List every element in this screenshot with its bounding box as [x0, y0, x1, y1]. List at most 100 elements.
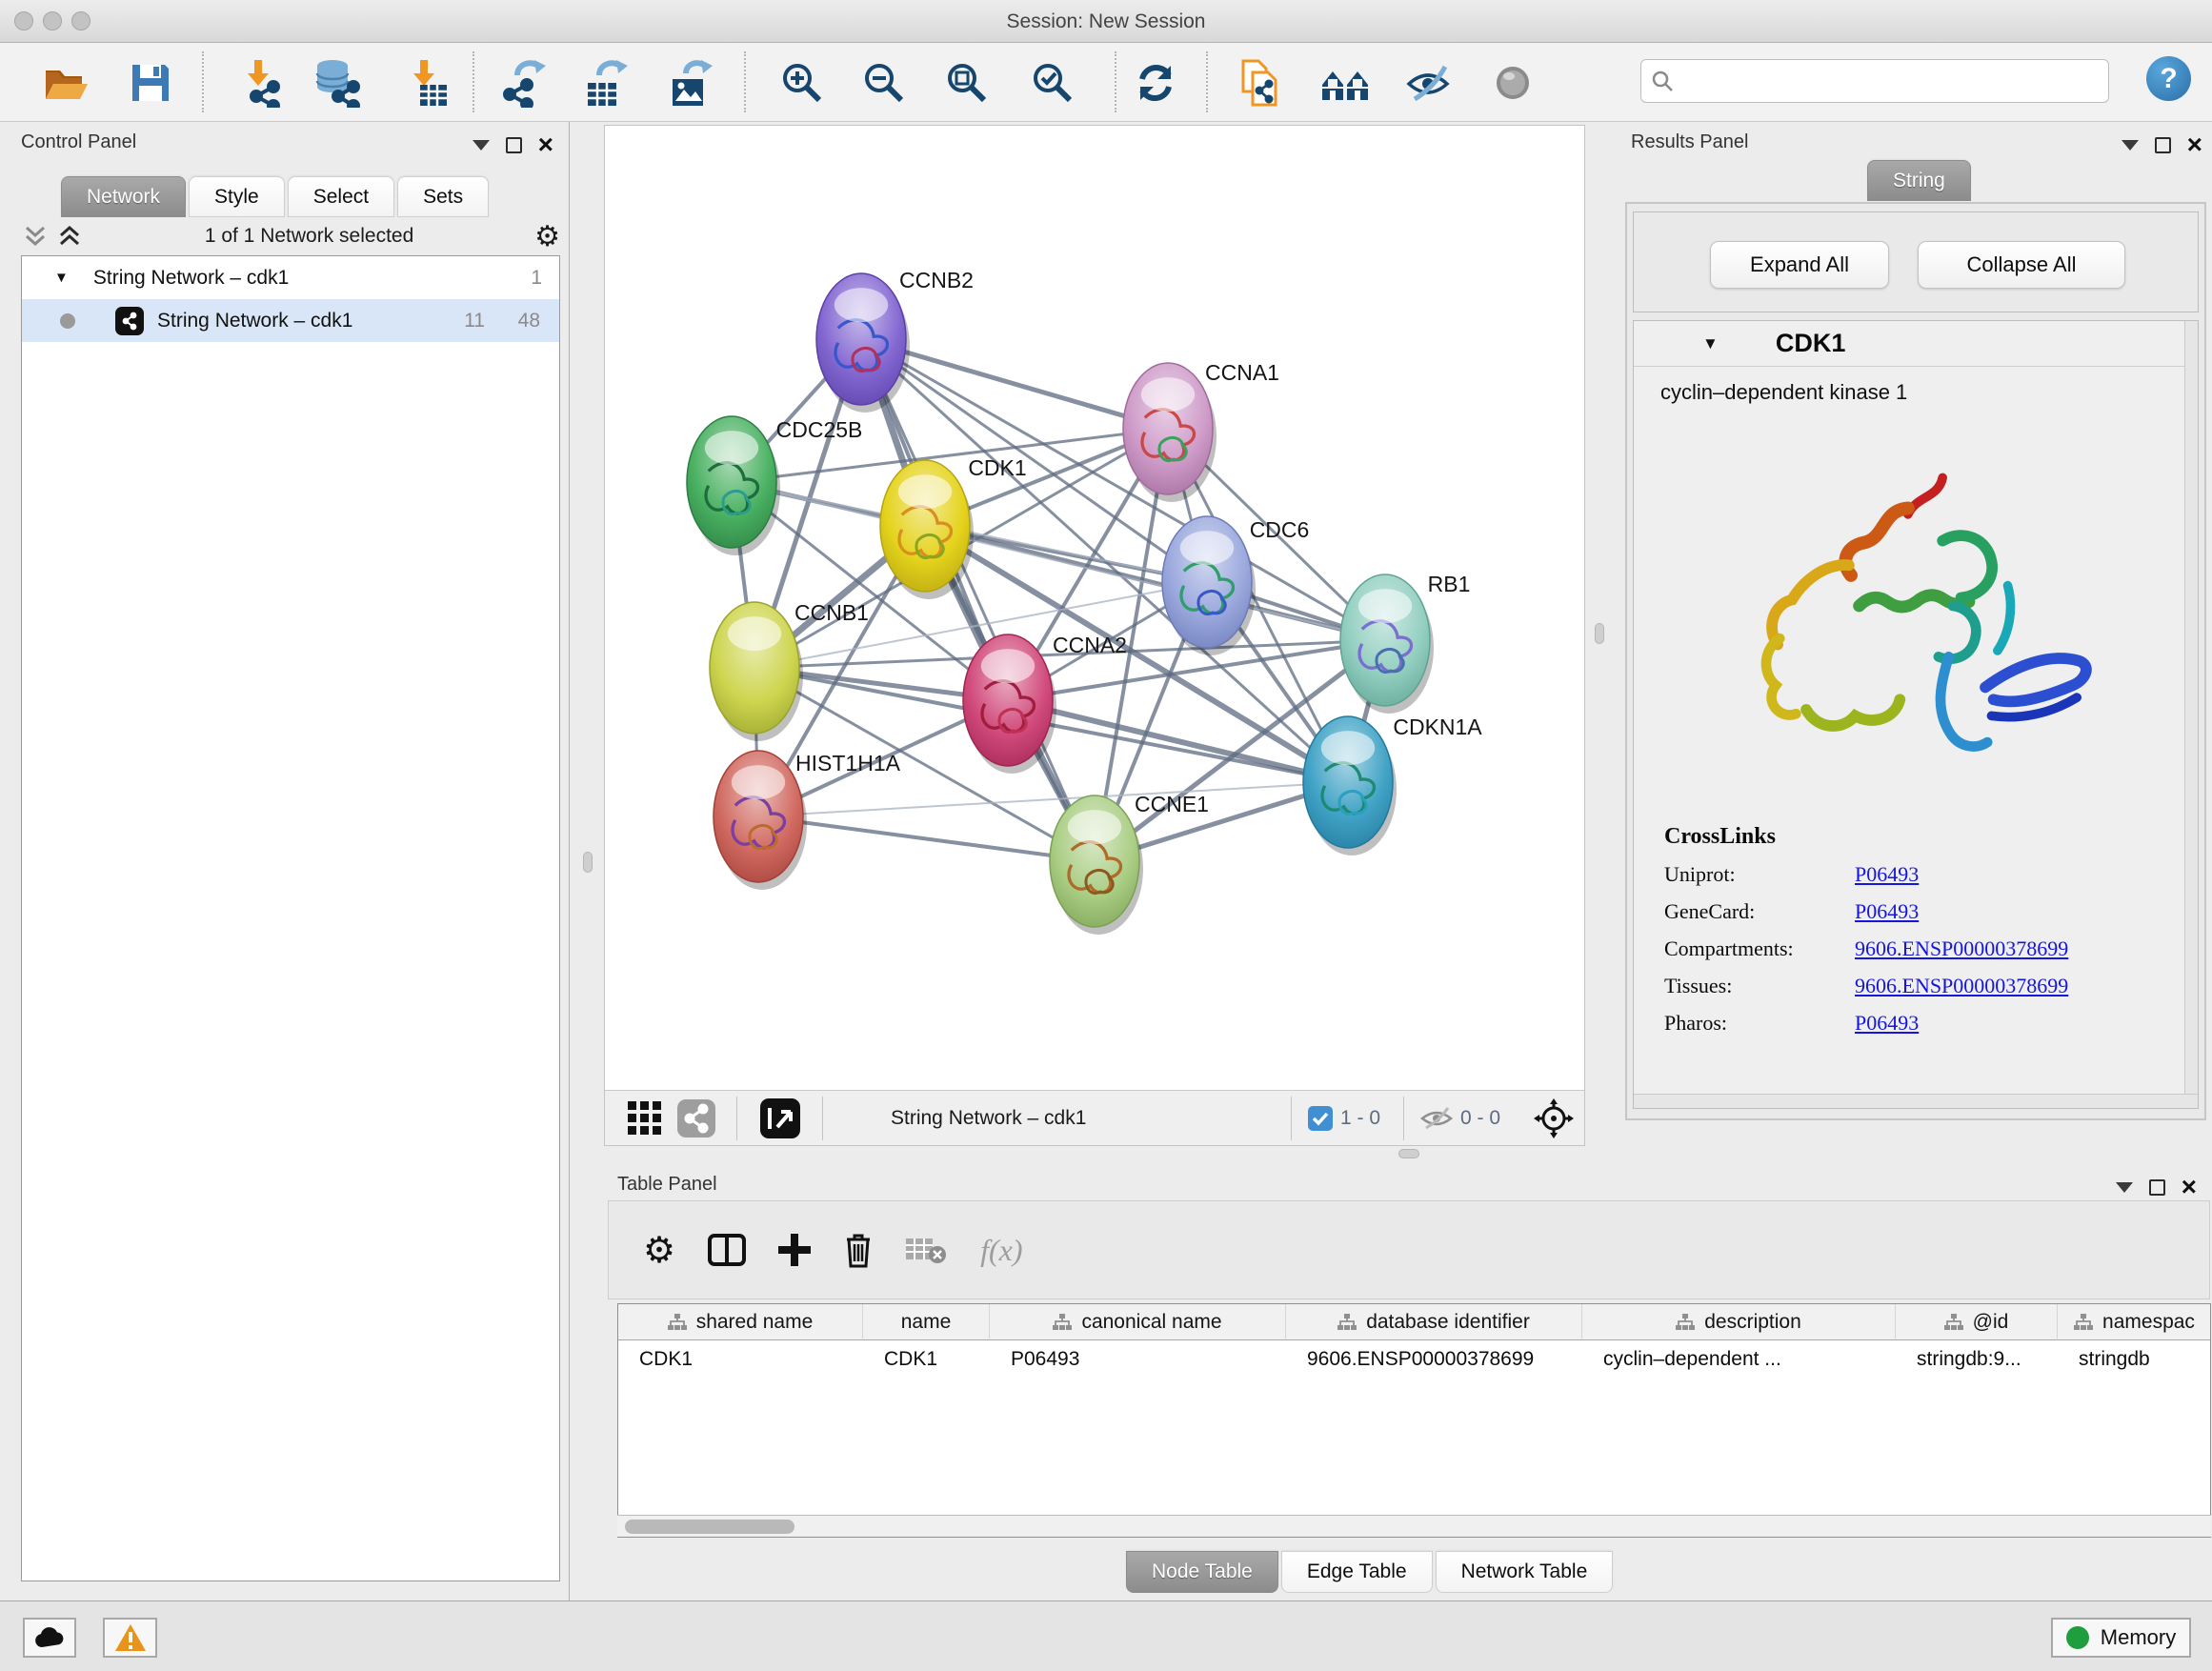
- import-network-database-button[interactable]: [309, 54, 366, 111]
- close-panel-icon[interactable]: ×: [2187, 135, 2202, 154]
- open-session-button[interactable]: [38, 54, 95, 111]
- search-field[interactable]: [1640, 59, 2109, 103]
- zoom-out-button[interactable]: [855, 54, 913, 111]
- search-input[interactable]: [1681, 70, 2099, 92]
- birds-eye-view-button[interactable]: [757, 1096, 803, 1141]
- export-network-button[interactable]: [495, 54, 553, 111]
- network-node-HIST1H1A[interactable]: [714, 751, 807, 890]
- export-table-button[interactable]: [577, 54, 634, 111]
- protein-entry-header[interactable]: ▼ CDK1: [1634, 321, 2198, 367]
- table-horizontal-scrollbar[interactable]: [617, 1515, 2211, 1537]
- horizontal-splitter-handle[interactable]: [1398, 1149, 1419, 1158]
- cell-database-identifier[interactable]: 9606.ENSP00000378699: [1286, 1340, 1582, 1379]
- float-panel-icon[interactable]: [2149, 1179, 2165, 1196]
- gear-icon[interactable]: ⚙: [534, 220, 560, 253]
- collapse-all-icon[interactable]: [21, 222, 50, 251]
- cell-namespace[interactable]: stringdb: [2058, 1340, 2211, 1379]
- zoom-fit-button[interactable]: [938, 54, 995, 111]
- results-vertical-scrollbar[interactable]: [2184, 321, 2198, 1108]
- network-edge-CCNB2-CCNE1[interactable]: [861, 339, 1095, 861]
- show-all-button[interactable]: [1484, 54, 1541, 111]
- zoom-selected-button[interactable]: [1024, 54, 1081, 111]
- network-edge-HIST1H1A-CCNE1[interactable]: [758, 816, 1095, 861]
- collection-row[interactable]: ▼ String Network – cdk1 1: [22, 256, 559, 299]
- network-canvas[interactable]: CCNB2CCNA1CDC25BCDK1CDC6RB1CCNB1CCNA2CDK…: [605, 126, 1584, 1090]
- panel-menu-icon[interactable]: [473, 140, 490, 151]
- column-header-description[interactable]: description: [1582, 1304, 1896, 1340]
- tab-string[interactable]: String: [1867, 160, 1971, 201]
- add-column-icon[interactable]: [778, 1234, 811, 1266]
- show-columns-icon[interactable]: [708, 1234, 746, 1266]
- column-header-name[interactable]: name: [863, 1304, 990, 1340]
- clone-network-button[interactable]: [1233, 54, 1290, 111]
- tab-network[interactable]: Network: [61, 176, 186, 217]
- import-table-button[interactable]: [396, 54, 453, 111]
- network-row-selected[interactable]: String Network – cdk1 11 48: [22, 299, 559, 342]
- function-builder-button[interactable]: f(x): [980, 1233, 1022, 1268]
- fit-selected-button[interactable]: [1531, 1096, 1577, 1141]
- tab-sets[interactable]: Sets: [397, 176, 489, 217]
- network-node-CCNE1[interactable]: [1050, 795, 1143, 935]
- vertical-splitter-handle[interactable]: [583, 852, 593, 873]
- float-panel-icon[interactable]: [2155, 137, 2171, 153]
- export-image-button[interactable]: [662, 54, 719, 111]
- hide-selected-button[interactable]: [1401, 54, 1458, 111]
- tab-style[interactable]: Style: [189, 176, 285, 217]
- panel-menu-icon[interactable]: [2122, 140, 2139, 151]
- zoom-in-button[interactable]: [774, 54, 831, 111]
- expand-all-button[interactable]: Expand All: [1710, 241, 1889, 289]
- hidden-eye-icon[interactable]: [1420, 1105, 1453, 1132]
- crosslink-uniprot-link[interactable]: P06493: [1855, 862, 1919, 887]
- network-node-RB1[interactable]: [1340, 574, 1434, 714]
- network-node-CDKN1A[interactable]: [1303, 716, 1397, 856]
- save-session-button[interactable]: [122, 54, 179, 111]
- cloud-status-button[interactable]: [23, 1618, 76, 1658]
- network-node-CCNB1[interactable]: [710, 602, 803, 741]
- refresh-button[interactable]: [1127, 54, 1184, 111]
- help-button[interactable]: ?: [2146, 56, 2191, 101]
- toolbar-separator: [1115, 51, 1116, 112]
- cell-id[interactable]: stringdb:9...: [1896, 1340, 2058, 1379]
- column-header-canonical-name[interactable]: canonical name: [990, 1304, 1286, 1340]
- import-network-file-button[interactable]: [231, 54, 288, 111]
- grid-view-button[interactable]: [622, 1096, 668, 1141]
- warnings-button[interactable]: [103, 1618, 157, 1658]
- cell-canonical-name[interactable]: P06493: [990, 1340, 1286, 1379]
- cell-shared-name[interactable]: CDK1: [618, 1340, 863, 1379]
- collapse-all-button[interactable]: Collapse All: [1918, 241, 2125, 289]
- tab-node-table[interactable]: Node Table: [1126, 1551, 1278, 1593]
- crosslink-tissues-link[interactable]: 9606.ENSP00000378699: [1855, 974, 2068, 998]
- network-node-CDC25B[interactable]: [687, 416, 780, 555]
- string-view-button[interactable]: [674, 1096, 719, 1141]
- vertical-splitter-handle[interactable]: [1595, 623, 1604, 644]
- close-panel-icon[interactable]: ×: [2182, 1178, 2197, 1197]
- float-panel-icon[interactable]: [506, 137, 522, 153]
- collapse-entry-icon[interactable]: ▼: [1702, 334, 1719, 353]
- tab-edge-table[interactable]: Edge Table: [1281, 1551, 1433, 1593]
- column-header-shared-name[interactable]: shared name: [618, 1304, 863, 1340]
- delete-column-trash-icon[interactable]: [843, 1232, 874, 1268]
- crosslink-compartments-link[interactable]: 9606.ENSP00000378699: [1855, 936, 2068, 961]
- collection-expand-icon[interactable]: ▼: [54, 270, 69, 286]
- close-panel-icon[interactable]: ×: [538, 135, 553, 154]
- cell-description[interactable]: cyclin–dependent ...: [1582, 1340, 1896, 1379]
- column-header-namespace[interactable]: namespac: [2058, 1304, 2211, 1340]
- checkbox-icon[interactable]: [1308, 1106, 1333, 1131]
- column-header-id[interactable]: @id: [1896, 1304, 2058, 1340]
- panel-menu-icon[interactable]: [2116, 1182, 2133, 1193]
- tab-network-table[interactable]: Network Table: [1436, 1551, 1614, 1593]
- crosslink-genecard-link[interactable]: P06493: [1855, 899, 1919, 924]
- scrollbar-thumb[interactable]: [625, 1520, 794, 1534]
- results-horizontal-scrollbar[interactable]: [1634, 1094, 2198, 1108]
- cell-name[interactable]: CDK1: [863, 1340, 990, 1379]
- network-node-CDC6[interactable]: [1162, 516, 1256, 655]
- tab-select[interactable]: Select: [288, 176, 394, 217]
- column-header-database-identifier[interactable]: database identifier: [1286, 1304, 1582, 1340]
- expand-all-icon[interactable]: [55, 222, 84, 251]
- crosslink-pharos-link[interactable]: P06493: [1855, 1011, 1919, 1036]
- memory-status-button[interactable]: Memory: [2051, 1618, 2191, 1658]
- table-row[interactable]: CDK1 CDK1 P06493 9606.ENSP00000378699 cy…: [618, 1340, 2211, 1379]
- first-neighbors-button[interactable]: [1317, 54, 1375, 111]
- network-node-CCNB2[interactable]: [816, 273, 910, 413]
- table-settings-gear-icon[interactable]: ⚙: [643, 1229, 675, 1272]
